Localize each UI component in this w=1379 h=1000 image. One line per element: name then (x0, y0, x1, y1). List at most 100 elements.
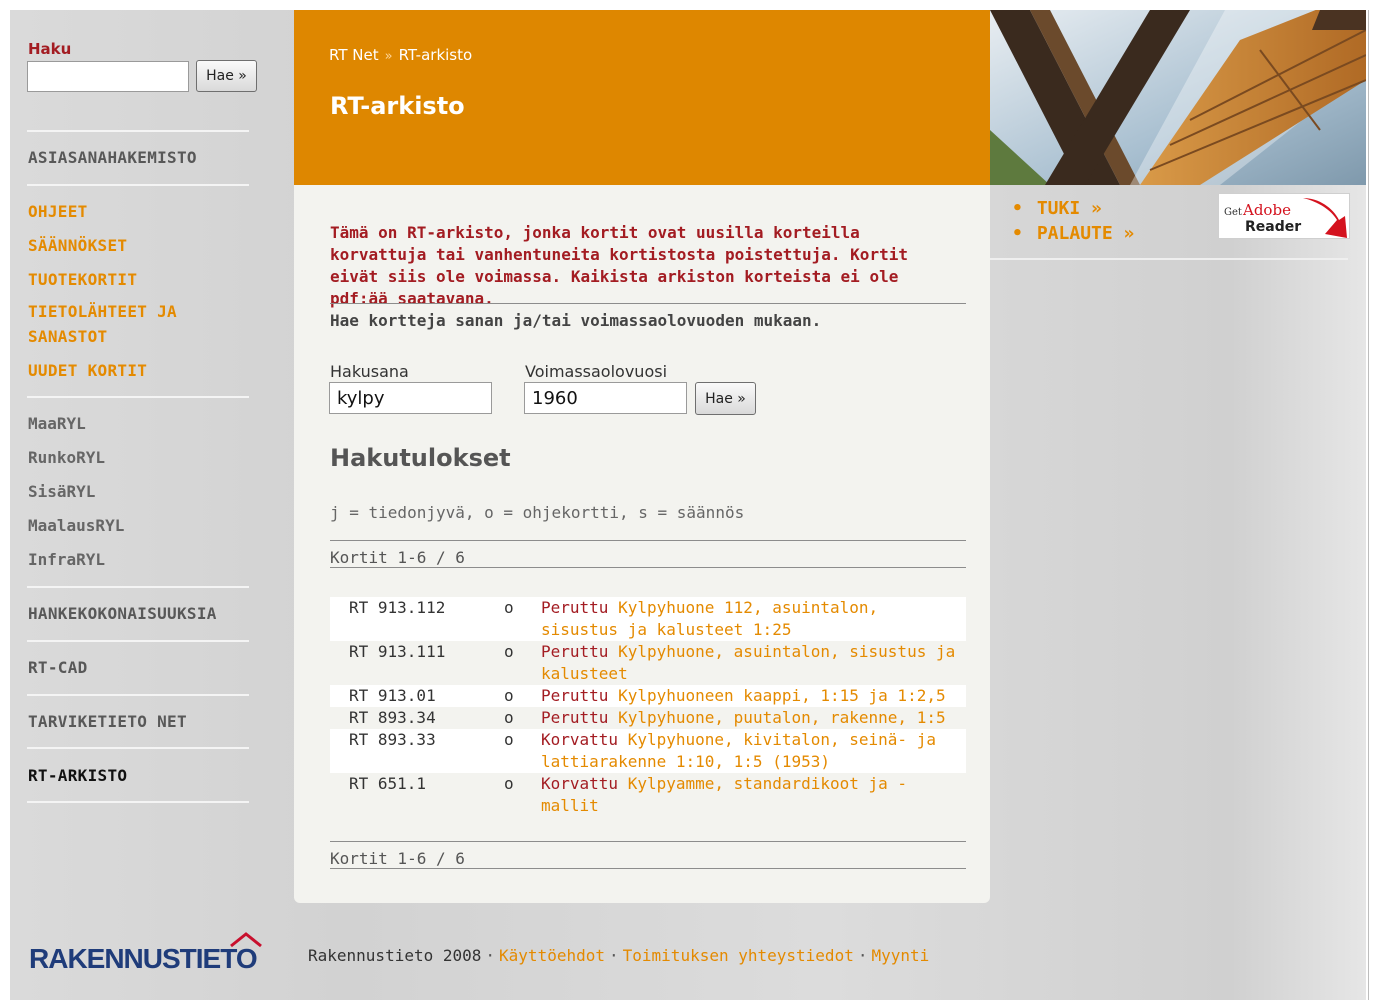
table-row: RT 913.111 o Peruttu Kylpyhuone, asuinta… (330, 641, 966, 685)
kayttoehdot-link[interactable]: Käyttöehdot (499, 946, 605, 965)
card-link[interactable]: Peruttu Kylpyhuoneen kaappi, 1:15 ja 1:2… (541, 685, 966, 707)
search-label: Haku (28, 40, 72, 58)
result-count-top: Kortit 1-6 / 6 (330, 548, 465, 567)
card-status: Peruttu (541, 708, 609, 727)
card-link[interactable]: Korvattu Kylpyamme, standardikoot ja -ma… (541, 773, 966, 817)
card-link[interactable]: Peruttu Kylpyhuone, asuintalon, sisustus… (541, 641, 966, 685)
adobe-reader-icon (1303, 198, 1347, 238)
result-count-bottom: Kortit 1-6 / 6 (330, 849, 465, 868)
year-input[interactable] (524, 382, 687, 414)
card-type: o (504, 708, 514, 727)
archive-search-button[interactable]: Hae » (695, 382, 756, 415)
sidebar-divider (27, 747, 249, 749)
card-title[interactable]: Kylpyhuoneen kaappi, 1:15 ja 1:2,5 (618, 686, 946, 705)
divider (330, 303, 966, 304)
breadcrumb-separator: » (384, 49, 393, 64)
card-status: Peruttu (541, 686, 609, 705)
sidebar-item-hankekokonaisuuksia[interactable]: HANKEKOKONAISUUKSIA (28, 604, 217, 623)
table-row: RT 893.33 o Korvattu Kylpyhuone, kivital… (330, 729, 966, 773)
sidebar-divider (27, 640, 249, 642)
sidebar-item-tuotekortit[interactable]: TUOTEKORTIT (28, 270, 137, 289)
support-links: • TUKI » • PALAUTE » (1012, 196, 1134, 246)
table-row: RT 893.34 o Peruttu Kylpyhuone, puutalon… (330, 707, 966, 729)
palaute-link[interactable]: PALAUTE » (1037, 223, 1135, 244)
bullet-icon: • (1012, 223, 1023, 244)
header-photo (990, 10, 1366, 185)
card-type: o (504, 642, 514, 661)
sidebar-divider (27, 801, 249, 803)
card-type: o (504, 774, 514, 793)
sidebar-divider (27, 396, 249, 398)
card-code: RT 893.33 (349, 730, 436, 749)
card-code: RT 893.34 (349, 708, 436, 727)
card-link[interactable]: Korvattu Kylpyhuone, kivitalon, seinä- j… (541, 729, 966, 773)
sidebar-item-uudet-kortit[interactable]: UUDET KORTIT (28, 361, 147, 380)
card-type: o (504, 686, 514, 705)
sidebar-item-ohjeet[interactable]: OHJEET (28, 202, 88, 221)
table-row: RT 913.112 o Peruttu Kylpyhuone 112, asu… (330, 597, 966, 641)
archive-notice: Tämä on RT-arkisto, jonka kortit ovat uu… (330, 223, 908, 308)
sidebar-item-maalausryl[interactable]: MaalausRYL (28, 516, 124, 535)
card-status: Peruttu (541, 642, 609, 661)
divider (330, 567, 966, 568)
sidebar-item-tietolahteet[interactable]: TIETOLÄHTEET JA (28, 302, 177, 321)
card-title[interactable]: Kylpyhuone, puutalon, rakenne, 1:5 (618, 708, 946, 727)
rakennustieto-logo[interactable]: RAKENNUSTIETO (29, 928, 269, 980)
adobe-brand-text: Adobe (1242, 201, 1291, 219)
support-link-item: • TUKI » (1012, 196, 1134, 221)
type-legend: j = tiedonjyvä, o = ohjekortti, s = sään… (330, 503, 745, 522)
breadcrumb: RT Net » RT-arkisto (329, 46, 472, 64)
card-status: Korvattu (541, 730, 619, 749)
sidebar-item-rt-arkisto[interactable]: RT-ARKISTO (28, 766, 127, 785)
breadcrumb-item-rt-net[interactable]: RT Net (329, 46, 379, 64)
card-status: Korvattu (541, 774, 619, 793)
keyword-input[interactable] (329, 382, 492, 414)
results-heading: Hakutulokset (330, 444, 511, 472)
myynti-link[interactable]: Myynti (871, 946, 929, 965)
divider (330, 540, 966, 541)
sidebar-item-asiasanahakemisto[interactable]: ASIASANAHAKEMISTO (28, 148, 197, 167)
sidebar-item-rt-cad[interactable]: RT-CAD (28, 658, 88, 677)
sidebar-divider (27, 130, 249, 132)
page-title: RT-arkisto (330, 92, 465, 120)
sidebar-item-runkoryl[interactable]: RunkoRYL (28, 448, 105, 467)
sidebar-divider (27, 586, 249, 588)
toimituksen-yhteystiedot-link[interactable]: Toimituksen yhteystiedot (623, 946, 854, 965)
bullet-icon: • (1012, 198, 1023, 219)
table-row: RT 651.1 o Korvattu Kylpyamme, standardi… (330, 773, 966, 817)
sidebar-item-sisaryl[interactable]: SisäRYL (28, 482, 95, 501)
logo-text: RAKENNUSTIETO (29, 943, 257, 974)
site-search-input[interactable] (27, 61, 189, 92)
divider (330, 841, 966, 842)
card-type: o (504, 730, 514, 749)
sidebar-item-sanastot[interactable]: SANASTOT (28, 327, 107, 346)
footer-separator: · (485, 946, 496, 965)
breadcrumb-item-current: RT-arkisto (398, 46, 473, 64)
footer-separator: · (857, 946, 868, 965)
footer-separator: · (609, 946, 619, 965)
tuki-link[interactable]: TUKI » (1037, 198, 1102, 219)
year-label: Voimassaolovuosi (525, 362, 668, 381)
results-table: RT 913.112 o Peruttu Kylpyhuone 112, asu… (330, 597, 966, 817)
site-search-button[interactable]: Hae » (196, 60, 257, 92)
footer: Rakennustieto 2008 · Käyttöehdot · Toimituks… (308, 946, 929, 965)
card-link[interactable]: Peruttu Kylpyhuone 112, asuintalon, sisu… (541, 597, 966, 641)
sidebar-item-infraryl[interactable]: InfraRYL (28, 550, 105, 569)
copyright: Rakennustieto 2008 (308, 946, 482, 965)
sidebar-item-tarviketieto-net[interactable]: TARVIKETIETO NET (28, 712, 187, 731)
support-link-item: • PALAUTE » (1012, 221, 1134, 246)
card-type: o (504, 598, 514, 617)
window-edge-line (1368, 10, 1369, 1000)
get-adobe-reader-badge[interactable]: Get Adobe Reader (1218, 193, 1350, 239)
sidebar-item-saannokset[interactable]: SÄÄNNÖKSET (28, 236, 127, 255)
adobe-product-text: Reader (1245, 219, 1301, 235)
card-link[interactable]: Peruttu Kylpyhuone, puutalon, rakenne, 1… (541, 707, 966, 729)
adobe-get-text: Get (1224, 207, 1242, 218)
divider (330, 868, 966, 869)
search-instructions: Hae kortteja sanan ja/tai voimassaolovuo… (330, 311, 822, 330)
right-divider (990, 258, 1348, 260)
sidebar-item-maaryl[interactable]: MaaRYL (28, 414, 86, 433)
card-code: RT 913.111 (349, 642, 446, 661)
keyword-label: Hakusana (330, 362, 409, 381)
table-row: RT 913.01 o Peruttu Kylpyhuoneen kaappi,… (330, 685, 966, 707)
